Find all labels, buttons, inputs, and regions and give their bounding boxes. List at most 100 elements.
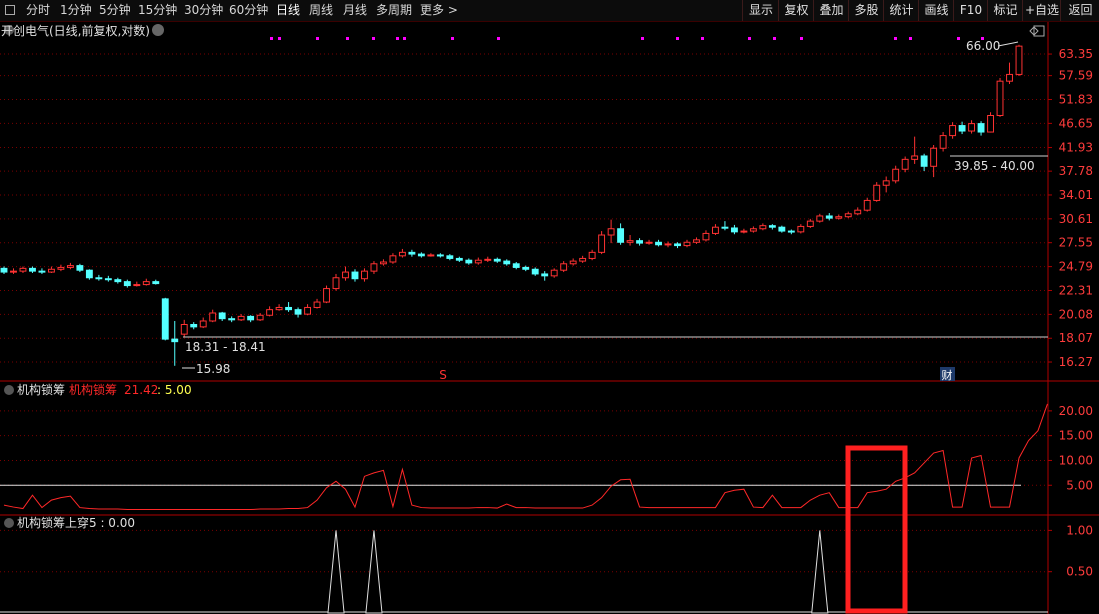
candle-body xyxy=(825,215,833,219)
candle-body xyxy=(209,312,217,322)
candle-body xyxy=(408,251,416,255)
candle-body xyxy=(730,227,738,233)
candle-body xyxy=(285,306,293,311)
candle-body xyxy=(142,281,150,286)
candle-body xyxy=(759,225,767,230)
candle-body xyxy=(266,309,274,316)
candle-body xyxy=(579,257,587,262)
indicator1-tick-label: 15.00 xyxy=(1059,429,1093,443)
candle-body xyxy=(190,324,198,328)
candle-body xyxy=(930,147,938,167)
price-tick-label: 57.59 xyxy=(1059,69,1093,83)
indicator1-series-line xyxy=(3,403,1048,511)
candle-body xyxy=(123,281,131,287)
indicator1-name: 机构锁筹 xyxy=(17,382,65,397)
candle-body xyxy=(863,199,871,211)
candle-body xyxy=(873,184,881,201)
candle-body xyxy=(199,320,207,328)
price-tick-label: 51.83 xyxy=(1059,93,1093,107)
magenta-marker xyxy=(773,37,776,40)
candle-body xyxy=(920,155,928,167)
range-low-label: 18.31 - 18.41 xyxy=(185,340,266,354)
candle-body xyxy=(417,253,425,257)
candle-body xyxy=(674,243,681,247)
candle-body xyxy=(19,267,27,272)
candle-body xyxy=(398,251,406,257)
magenta-marker xyxy=(957,37,960,40)
candle-body xyxy=(304,306,311,315)
candle-body xyxy=(171,338,179,343)
candle-body xyxy=(152,281,160,285)
candle-body xyxy=(968,123,976,132)
signal-spike xyxy=(327,530,345,614)
price-tick-label: 41.93 xyxy=(1059,141,1093,155)
candle-body xyxy=(342,271,349,279)
indicator1-line-value: 21.42 xyxy=(124,383,158,397)
indicator2-tick-label: 0.50 xyxy=(1066,565,1093,579)
candle-body xyxy=(114,279,122,283)
magenta-marker xyxy=(909,37,912,40)
high-price-label: 66.00 xyxy=(966,39,1000,53)
candle-body xyxy=(531,268,539,275)
indicator1-tick-label: 20.00 xyxy=(1059,404,1093,418)
candle-body xyxy=(275,306,283,311)
candle-body xyxy=(645,241,653,244)
magenta-marker xyxy=(800,37,803,40)
candle-body xyxy=(702,232,710,241)
candle-body xyxy=(550,269,558,277)
chart-area[interactable]: 63.35 57.59 51.83 46.65 41.93 37.78 34.01 30.61… xyxy=(0,0,1099,614)
price-tick-label: 16.27 xyxy=(1059,355,1093,369)
candle-body xyxy=(370,263,378,272)
indicator1-line-name: 机构锁筹 xyxy=(69,382,117,397)
signal-spike xyxy=(811,530,829,614)
indicator2-tick-label: 1.00 xyxy=(1066,523,1093,537)
candle-body xyxy=(237,315,245,321)
magenta-marker xyxy=(894,37,897,40)
candle-body xyxy=(493,258,501,262)
candle-body xyxy=(655,241,662,246)
low-price-label: 15.98 xyxy=(196,362,230,376)
candle-body xyxy=(474,259,482,264)
candle-body xyxy=(323,288,330,303)
candle-body xyxy=(379,261,387,265)
candle-body xyxy=(57,266,65,270)
price-tick-label: 46.65 xyxy=(1059,116,1093,130)
chevron-down-icon xyxy=(4,385,14,395)
magenta-marker xyxy=(748,37,751,40)
candle-body xyxy=(939,135,947,149)
magenta-marker xyxy=(316,37,319,40)
magenta-marker xyxy=(270,37,273,40)
candle-body xyxy=(38,270,46,273)
candle-body xyxy=(892,168,900,182)
price-tick-label: 27.55 xyxy=(1059,236,1093,250)
candle-body xyxy=(446,255,454,259)
candle-body xyxy=(180,324,188,335)
magenta-marker xyxy=(403,37,406,40)
candle-body xyxy=(768,225,776,228)
candle-body xyxy=(294,309,302,315)
highlight-box xyxy=(845,445,908,614)
candle-body xyxy=(104,278,112,281)
price-tick-label: 18.07 xyxy=(1059,331,1093,345)
indicator1-tick-label: 5.00 xyxy=(1066,478,1093,492)
magenta-marker xyxy=(701,37,704,40)
candle-body xyxy=(977,123,985,133)
indicator1-threshold-value: : 5.00 xyxy=(157,383,192,397)
candle-body xyxy=(361,270,368,280)
magenta-marker xyxy=(346,37,349,40)
window-toggle-icon xyxy=(1033,25,1045,37)
settings-dropdown-icon xyxy=(152,24,164,36)
candle-body xyxy=(626,240,634,243)
candle-body xyxy=(787,230,795,233)
candle-body xyxy=(949,125,957,137)
candle-body xyxy=(598,234,606,253)
magenta-marker xyxy=(451,37,454,40)
magenta-marker xyxy=(641,37,644,40)
candle-body xyxy=(541,273,549,277)
candle-body xyxy=(389,255,397,263)
price-tick-label: 34.01 xyxy=(1059,188,1093,202)
candle-body xyxy=(1006,73,1013,82)
candle-body xyxy=(721,226,729,229)
candle-body xyxy=(332,277,340,290)
indicator2-label: 机构锁筹上穿5 : 0.00 xyxy=(17,515,135,530)
